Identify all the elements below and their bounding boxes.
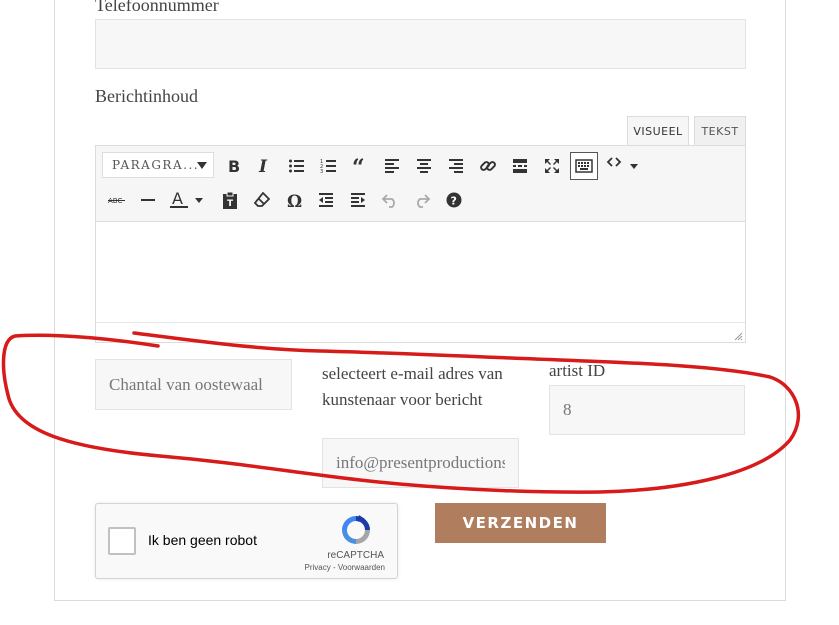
svg-text:“: “ xyxy=(352,158,365,174)
help-icon[interactable]: ? xyxy=(441,187,467,213)
artist-id-input[interactable] xyxy=(550,386,744,434)
email-field[interactable] xyxy=(322,438,519,488)
svg-text:3: 3 xyxy=(320,169,323,174)
horizontal-line-icon[interactable] xyxy=(135,187,161,213)
svg-text:Ω: Ω xyxy=(287,192,302,208)
artist-name-field[interactable] xyxy=(95,359,292,410)
format-select-value: PARAGRA... xyxy=(112,158,200,172)
svg-text:B: B xyxy=(228,158,240,174)
message-textarea[interactable] xyxy=(96,222,745,322)
recaptcha-label: Ik ben geen robot xyxy=(148,532,257,548)
blockquote-icon[interactable]: “ xyxy=(347,153,373,179)
paste-text-icon[interactable]: T xyxy=(217,187,243,213)
artist-name-input[interactable] xyxy=(96,360,291,409)
recaptcha-brand: reCAPTCHA xyxy=(327,550,384,561)
tab-visual[interactable]: VISUEEL xyxy=(627,116,689,146)
resize-grip-icon[interactable] xyxy=(733,331,743,341)
text-color-icon[interactable]: A xyxy=(167,187,209,213)
svg-text:A: A xyxy=(172,190,183,208)
tab-text[interactable]: TEKST xyxy=(694,116,746,146)
clear-format-icon[interactable] xyxy=(249,187,275,213)
fullscreen-icon[interactable] xyxy=(539,153,565,179)
format-select[interactable]: PARAGRA... xyxy=(102,152,214,178)
undo-icon[interactable] xyxy=(377,187,403,213)
svg-text:T: T xyxy=(227,199,234,209)
recaptcha-links[interactable]: Privacy - Voorwaarden xyxy=(305,563,385,572)
editor-statusbar xyxy=(96,322,745,343)
special-char-icon[interactable]: Ω xyxy=(281,187,307,213)
read-more-icon[interactable] xyxy=(507,153,533,179)
align-right-icon[interactable] xyxy=(443,153,469,179)
editor-toolbar: PARAGRA... B I 123 “ A T Ω ? xyxy=(96,146,745,222)
strikethrough-icon[interactable]: ABC xyxy=(104,187,130,213)
bullet-list-icon[interactable] xyxy=(283,153,309,179)
artist-id-label: artist ID xyxy=(549,361,606,380)
submit-button[interactable]: VERZENDEN xyxy=(435,503,606,543)
svg-text:I: I xyxy=(258,158,268,174)
redo-icon[interactable] xyxy=(409,187,435,213)
svg-text:?: ? xyxy=(451,195,457,208)
chevron-down-icon xyxy=(197,162,207,169)
recaptcha-checkbox[interactable] xyxy=(108,527,136,555)
recaptcha-widget: Ik ben geen robot reCAPTCHA Privacy - Vo… xyxy=(95,503,398,579)
align-center-icon[interactable] xyxy=(411,153,437,179)
email-select-label: selecteert e-mail adres van kunstenaar v… xyxy=(322,364,503,409)
outdent-icon[interactable] xyxy=(313,187,339,213)
email-input[interactable] xyxy=(323,439,518,487)
numbered-list-icon[interactable]: 123 xyxy=(315,153,341,179)
phone-input[interactable] xyxy=(96,20,745,68)
artist-id-field[interactable] xyxy=(549,385,745,435)
indent-icon[interactable] xyxy=(345,187,371,213)
phone-label: Telefoonnummer xyxy=(95,0,219,15)
code-icon[interactable] xyxy=(603,150,643,176)
bold-icon[interactable]: B xyxy=(220,153,246,179)
link-icon[interactable] xyxy=(475,153,501,179)
message-label: Berichtinhoud xyxy=(95,86,198,106)
keyboard-icon[interactable] xyxy=(570,152,598,180)
rich-text-editor: PARAGRA... B I 123 “ A T Ω ? xyxy=(95,145,746,343)
italic-icon[interactable]: I xyxy=(251,153,277,179)
phone-field[interactable] xyxy=(95,19,746,69)
recaptcha-logo-icon xyxy=(342,515,370,544)
align-left-icon[interactable] xyxy=(379,153,405,179)
